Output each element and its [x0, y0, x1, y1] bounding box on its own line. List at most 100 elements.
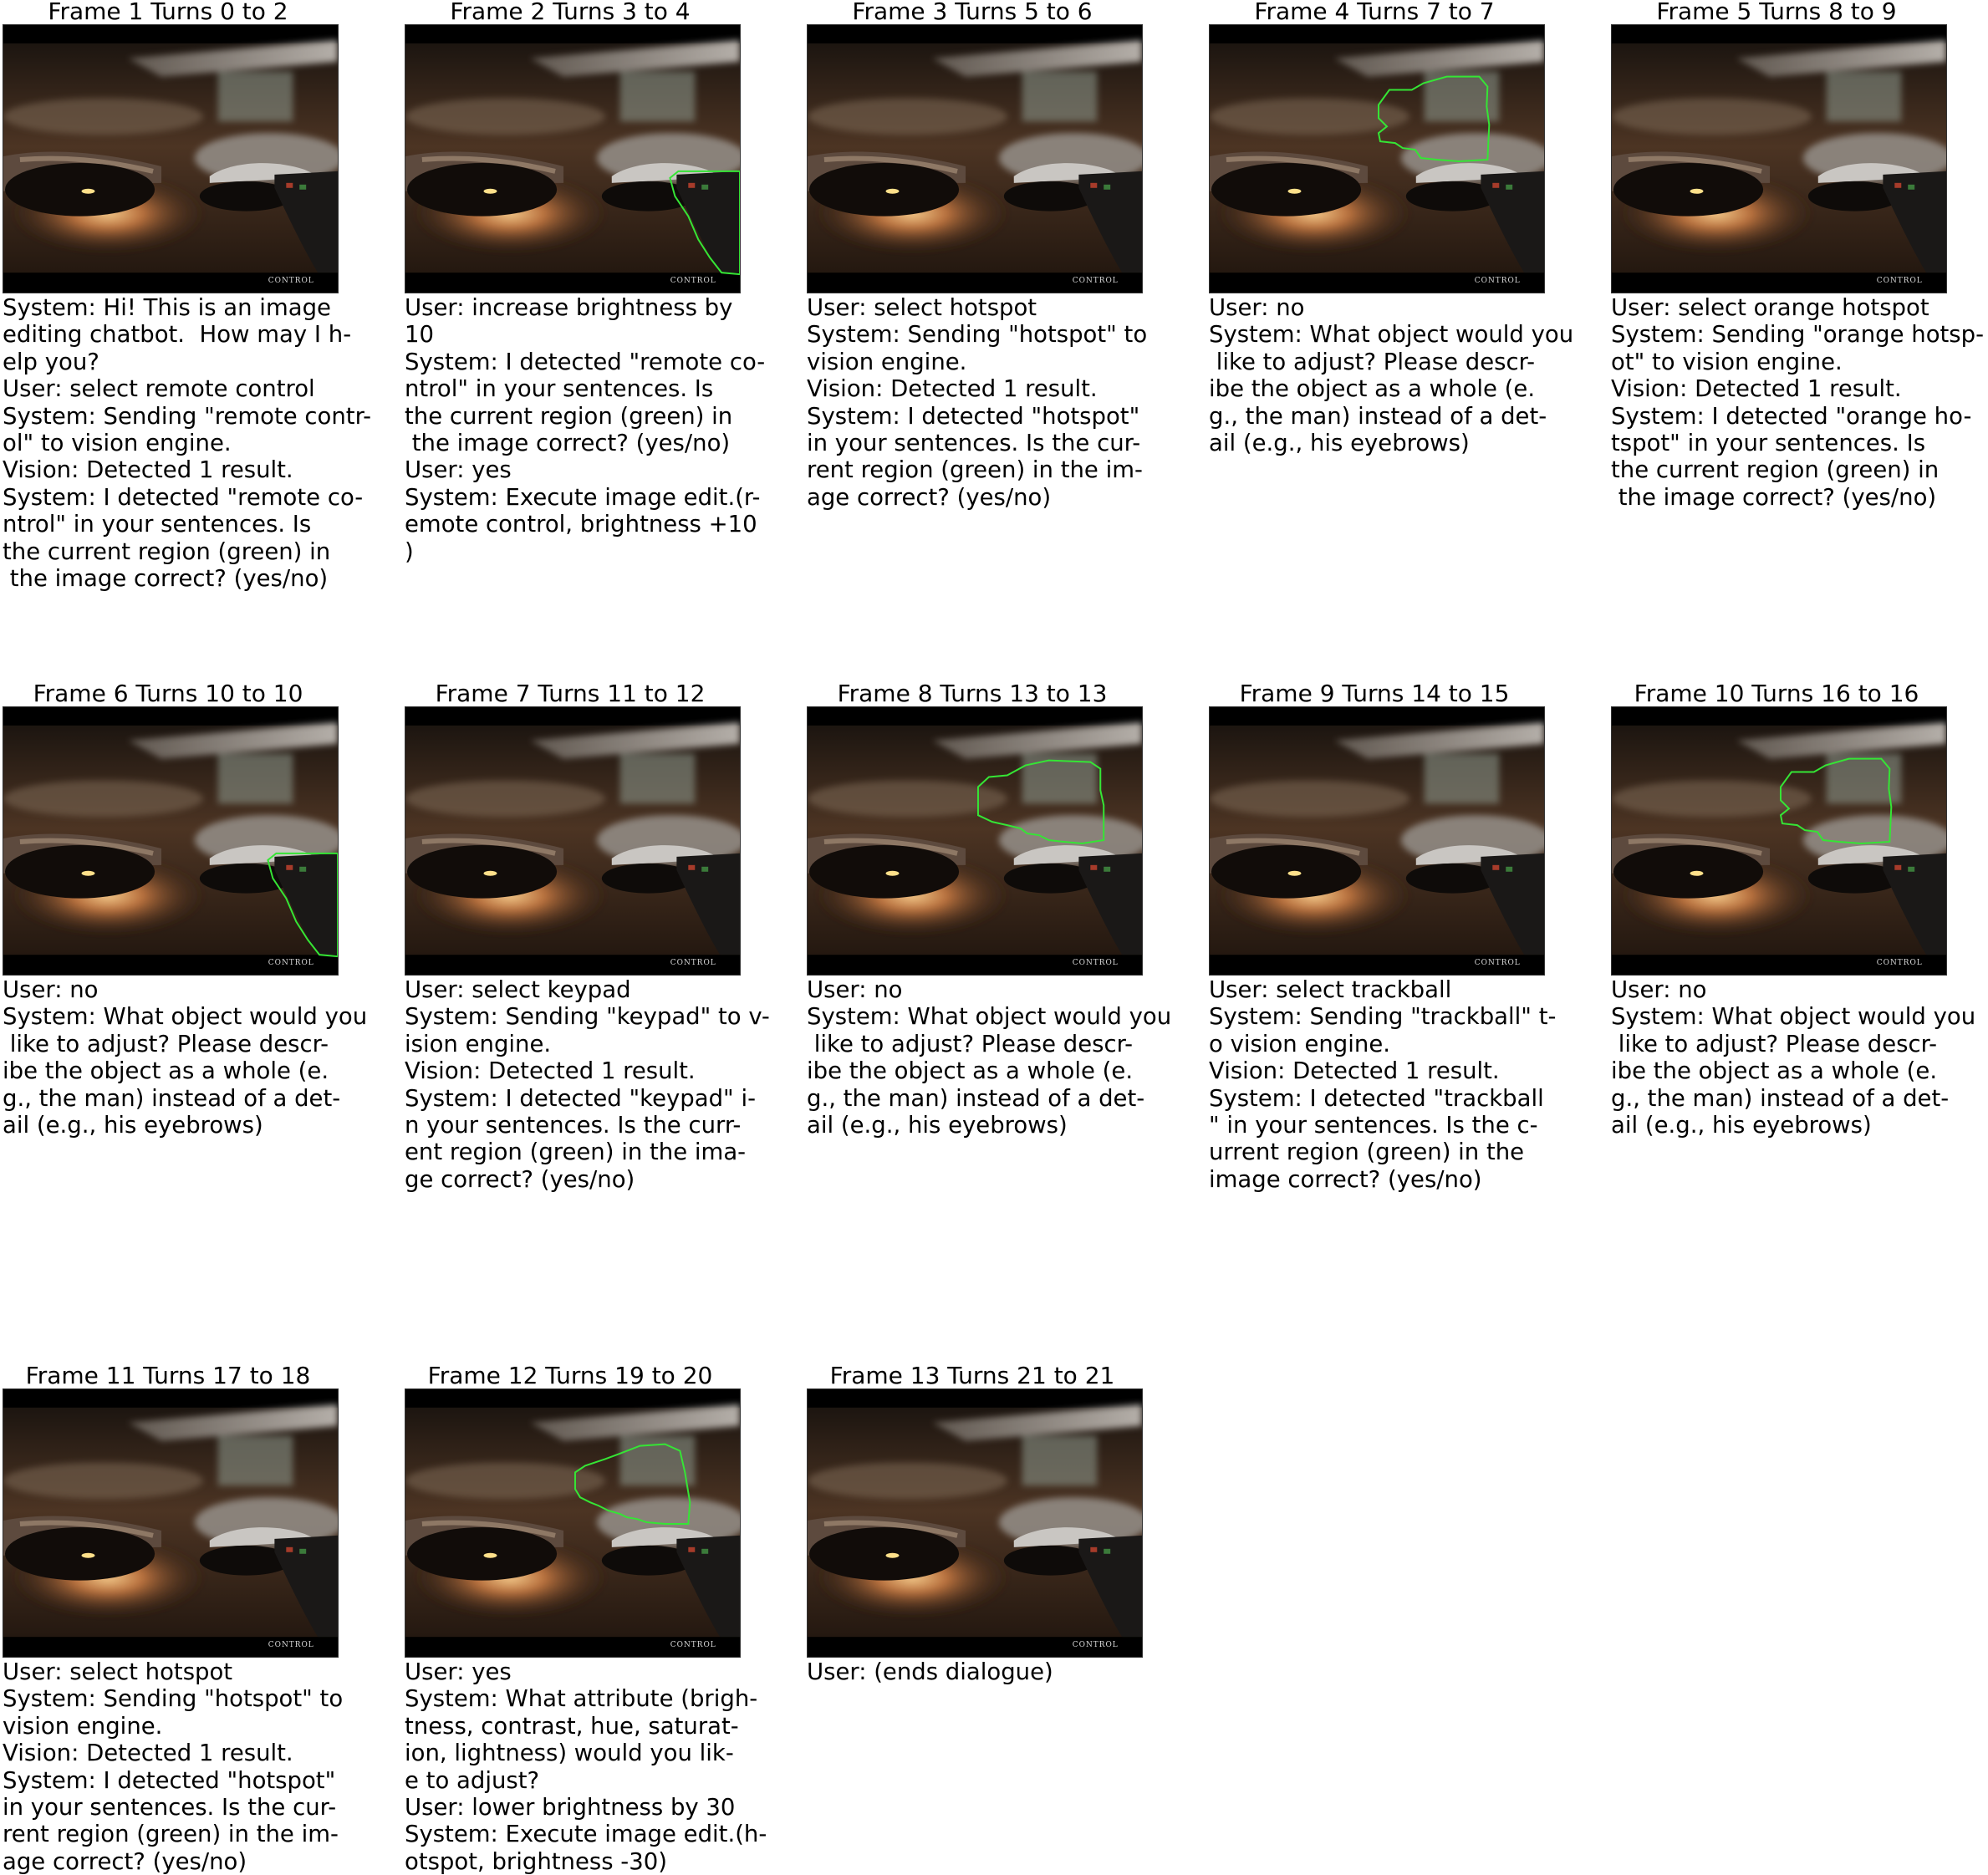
frame-photo: CONTROL [405, 1388, 741, 1658]
dialogue-line: User: select remote control [3, 375, 315, 403]
dialogue-line: System: Sending "keypad" to v- [405, 1003, 770, 1031]
photo-watermark: CONTROL [268, 959, 314, 967]
photo-svg: CONTROL [1612, 25, 1946, 293]
dialogue-line: ibe the object as a whole (e. [3, 1057, 329, 1085]
dialogue-line: User: yes [405, 1658, 512, 1685]
dialogue-transcript: User: no System: What object would you li… [807, 976, 1200, 1139]
dialogue-line: User: select orange hotspot [1611, 294, 1929, 321]
dialogue-line: System: Sending "orange hotsp- [1611, 321, 1985, 349]
dialogue-line: the current region (green) in [1611, 456, 1940, 484]
dialogue-line: User: no [3, 976, 99, 1003]
photo-watermark: CONTROL [268, 277, 314, 285]
frame-title: Frame 6 Turns 10 to 10 [33, 680, 303, 707]
dialogue-line: vision engine. [3, 1712, 163, 1740]
dialogue-line: like to adjust? Please descr- [1611, 1030, 1938, 1057]
dialogue-line: ntrol" in your sentences. Is [3, 511, 312, 538]
dialogue-line: System: I detected "remote co- [405, 348, 766, 375]
dialogue-line: User: select hotspot [3, 1658, 233, 1685]
photo-svg: CONTROL [1210, 25, 1544, 293]
dialogue-line: in your sentences. Is the cur- [3, 1794, 337, 1822]
dialogue-line: System: I detected "hotspot" [807, 402, 1140, 430]
frame-photo: CONTROL [3, 1388, 339, 1658]
dialogue-line: ) [405, 538, 414, 565]
dialogue-line: like to adjust? Please descr- [1209, 348, 1536, 375]
frame-photo: CONTROL [405, 24, 741, 293]
dialogue-line: User: select keypad [405, 976, 631, 1003]
dialogue-line: the image correct? (yes/no) [405, 430, 731, 457]
frame-title: Frame 11 Turns 17 to 18 [25, 1362, 311, 1389]
dialogue-line: o vision engine. [1209, 1030, 1390, 1057]
frame-title: Frame 12 Turns 19 to 20 [427, 1362, 713, 1389]
dialogue-line: User: select trackball [1209, 976, 1452, 1003]
dialogue-line: tspot" in your sentences. Is [1611, 430, 1926, 457]
photo-svg: CONTROL [3, 707, 338, 975]
dialogue-line: System: I detected "remote co- [3, 483, 364, 511]
dialogue-line: ge correct? (yes/no) [405, 1165, 635, 1193]
dialogue-line: n your sentences. Is the curr- [405, 1112, 742, 1139]
dialogue-line: System: Sending "hotspot" to [807, 321, 1148, 349]
photo-svg: CONTROL [1210, 707, 1544, 975]
dialogue-line: ion, lightness) would you lik- [405, 1740, 734, 1767]
dialogue-transcript: User: select hotspot System: Sending "hot… [807, 294, 1200, 511]
photo-watermark: CONTROL [1877, 277, 1923, 285]
frame-title: Frame 5 Turns 8 to 9 [1656, 0, 1897, 25]
dialogue-line: User: no [1611, 976, 1707, 1003]
dialogue-transcript: User: yes System: What attribute (brigh-t… [405, 1658, 798, 1875]
dialogue-line: System: I detected "keypad" i- [405, 1084, 757, 1112]
dialogue-line: User: lower brightness by 30 [405, 1794, 736, 1822]
dialogue-line: System: What object would you [807, 1003, 1172, 1031]
photo-svg: CONTROL [405, 707, 740, 975]
frame-photo: CONTROL [405, 706, 741, 976]
dialogue-line: Vision: Detected 1 result. [1611, 375, 1902, 403]
dialogue-transcript: User: no System: What object would you li… [3, 976, 395, 1139]
photo-svg: CONTROL [3, 1389, 338, 1657]
photo-watermark: CONTROL [1073, 1641, 1119, 1649]
dialogue-line: e to adjust? [405, 1766, 540, 1794]
frame-title: Frame 2 Turns 3 to 4 [450, 0, 691, 25]
dialogue-line: like to adjust? Please descr- [3, 1030, 329, 1057]
dialogue-transcript: User: increase brightness by 10 System: I … [405, 294, 798, 565]
frame-title: Frame 10 Turns 16 to 16 [1634, 680, 1919, 707]
dialogue-line: g., the man) instead of a det- [1209, 402, 1547, 430]
dialogue-line: System: I detected "trackball [1209, 1084, 1544, 1112]
dialogue-line: tness, contrast, hue, saturat- [405, 1712, 739, 1740]
dialogue-line: in your sentences. Is the cur- [807, 430, 1141, 457]
frame-title: Frame 7 Turns 11 to 12 [435, 680, 706, 707]
dialogue-line: 10 [405, 321, 434, 349]
dialogue-line: emote control, brightness +10 [405, 511, 757, 538]
dialogue-line: like to adjust? Please descr- [807, 1030, 1134, 1057]
dialogue-line: User: increase brightness by [405, 294, 733, 321]
frame-photo: CONTROL [3, 24, 339, 293]
dialogue-line: the image correct? (yes/no) [3, 565, 329, 593]
dialogue-line: ail (e.g., his eyebrows) [1209, 430, 1470, 457]
dialogue-line: System: What object would you [3, 1003, 368, 1031]
dialogue-line: ent region (green) in the ima- [405, 1139, 747, 1166]
photo-watermark: CONTROL [268, 1641, 314, 1649]
dialogue-line: otspot, brightness -30) [405, 1847, 667, 1875]
dialogue-line: System: Sending "trackball" t- [1209, 1003, 1557, 1031]
dialogue-line: ibe the object as a whole (e. [1611, 1057, 1938, 1085]
frame-title: Frame 8 Turns 13 to 13 [837, 680, 1108, 707]
dialogue-line: age correct? (yes/no) [807, 483, 1052, 511]
photo-svg: CONTROL [405, 1389, 740, 1657]
photo-svg: CONTROL [808, 1389, 1142, 1657]
frame-title: Frame 3 Turns 5 to 6 [852, 0, 1093, 25]
dialogue-line: User: no [807, 976, 903, 1003]
dialogue-line: System: I detected "orange ho- [1611, 402, 1972, 430]
dialogue-line: elp you? [3, 348, 99, 375]
frame-photo: CONTROL [807, 1388, 1143, 1658]
dialogue-transcript: User: no System: What object would you li… [1611, 976, 1988, 1139]
dialogue-line: System: What attribute (brigh- [405, 1685, 758, 1713]
photo-watermark: CONTROL [1475, 277, 1521, 285]
photo-svg: CONTROL [3, 25, 338, 293]
dialogue-line: vision engine. [807, 348, 967, 375]
dialogue-line: ol" to vision engine. [3, 430, 232, 457]
dialogue-transcript: User: select hotspot System: Sending "hot… [3, 1658, 395, 1875]
dialogue-line: urrent region (green) in the [1209, 1139, 1525, 1166]
photo-svg: CONTROL [808, 25, 1142, 293]
dialogue-line: g., the man) instead of a det- [1611, 1084, 1950, 1112]
dialogue-line: the image correct? (yes/no) [1611, 483, 1937, 511]
frame-photo: CONTROL [807, 706, 1143, 976]
dialogue-line: g., the man) instead of a det- [3, 1084, 341, 1112]
dialogue-line: rent region (green) in the im- [3, 1821, 339, 1848]
